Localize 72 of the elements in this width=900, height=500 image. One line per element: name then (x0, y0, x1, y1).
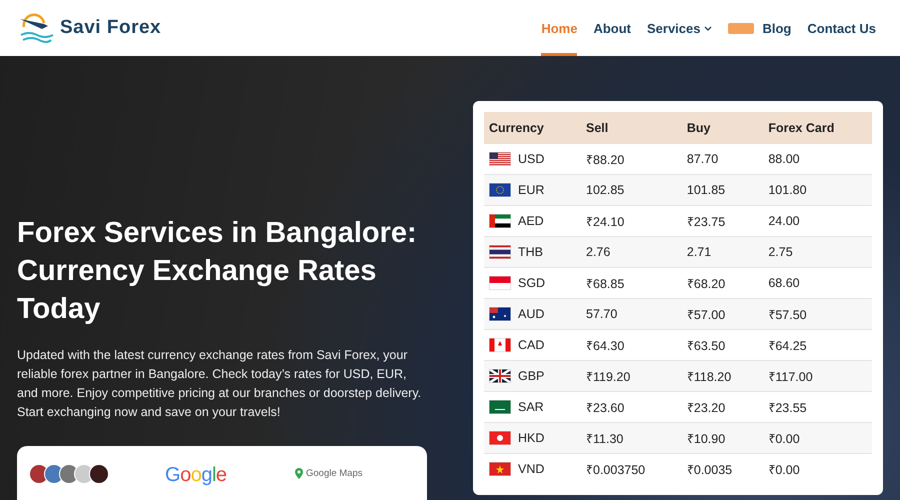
flag-icon (489, 462, 511, 476)
table-cell: ₹0.00 (763, 454, 872, 484)
column-header: Buy (682, 112, 764, 144)
table-cell: ₹23.60 (581, 392, 682, 422)
table-cell: 101.80 (763, 174, 872, 206)
flag-icon (489, 338, 511, 352)
hero-title: Forex Services in Bangalore: Currency Exchange Rates Today (17, 216, 418, 327)
table-cell: 2.76 (581, 236, 682, 268)
currency-code: CAD (518, 338, 544, 352)
currency-code: EUR (518, 183, 544, 197)
maps-label: Google Maps (306, 468, 363, 479)
hero-description: Updated with the latest currency exchange rates from Savi Forex, your reliable forex partner in Bangalore. Check today’s rates for USD, EUR, and more. Enjoy competitive pricing at our branches or doorstep delivery. Start exchanging now and save on your travels! (17, 347, 422, 421)
brand-name[interactable]: Savi Forex (60, 17, 162, 39)
table-cell: 24.00 (763, 206, 872, 236)
table-cell: ₹57.50 (763, 298, 872, 330)
table-cell: 2.75 (763, 236, 872, 268)
nav-link[interactable]: About (593, 0, 631, 56)
table-cell: ₹11.30 (581, 422, 682, 454)
table-cell: ₹119.20 (581, 360, 682, 392)
logo-icon (18, 13, 54, 43)
currency-code: SGD (518, 276, 546, 290)
column-header: Currency (484, 112, 581, 144)
currency-code: AUD (518, 307, 544, 321)
table-cell: ₹117.00 (763, 360, 872, 392)
currency-code: VND (518, 462, 544, 476)
map-pin-icon (295, 468, 303, 479)
table-cell: ₹68.20 (682, 268, 764, 298)
nav-badge (728, 22, 754, 34)
currency-code: HKD (518, 431, 544, 445)
table-cell: ₹23.55 (763, 392, 872, 422)
flag-icon (489, 400, 511, 414)
flag-icon (489, 431, 511, 445)
flag-icon (489, 245, 511, 259)
table-cell: ₹24.10 (581, 206, 682, 236)
column-header: Sell (581, 112, 682, 144)
currency-code: SAR (518, 400, 544, 414)
currency-code: AED (518, 214, 544, 228)
table-cell: ₹0.0035 (682, 454, 764, 484)
table-cell: ₹10.90 (682, 422, 764, 454)
table-cell: ₹57.00 (682, 298, 764, 330)
column-header: Forex Card (763, 112, 872, 144)
table-cell: ₹63.50 (682, 330, 764, 360)
table-cell: ₹23.75 (682, 206, 764, 236)
table-cell: ₹23.20 (682, 392, 764, 422)
nav-link[interactable]: Contact Us (807, 0, 876, 56)
table-cell: 102.85 (581, 174, 682, 206)
table-cell: ₹88.20 (581, 144, 682, 174)
currency-code: GBP (518, 369, 544, 383)
flag-icon (489, 214, 511, 228)
currency-code: USD (518, 152, 544, 166)
table-cell: ₹64.30 (581, 330, 682, 360)
table-cell: 68.60 (763, 268, 872, 298)
nav-link[interactable]: Blog (762, 0, 792, 56)
table-cell: ₹64.25 (763, 330, 872, 360)
flag-icon (489, 307, 511, 321)
nav-link[interactable]: Services (646, 0, 712, 56)
flag-icon (489, 183, 511, 197)
table-cell: ₹68.85 (581, 268, 682, 298)
table-cell: ₹118.20 (682, 360, 764, 392)
flag-icon (489, 152, 511, 166)
table-cell: 57.70 (581, 298, 682, 330)
table-cell: 2.71 (682, 236, 764, 268)
table-cell: ₹0.003750 (581, 454, 682, 484)
currency-code: THB (518, 245, 543, 259)
table-cell: 88.00 (763, 144, 872, 174)
table-cell: 87.70 (682, 144, 764, 174)
chevron-down-icon (704, 26, 712, 30)
table-cell: 101.85 (682, 174, 764, 206)
google-logo: Google (165, 464, 228, 487)
flag-icon (489, 369, 511, 383)
flag-icon (489, 276, 511, 290)
table-cell: ₹0.00 (763, 422, 872, 454)
